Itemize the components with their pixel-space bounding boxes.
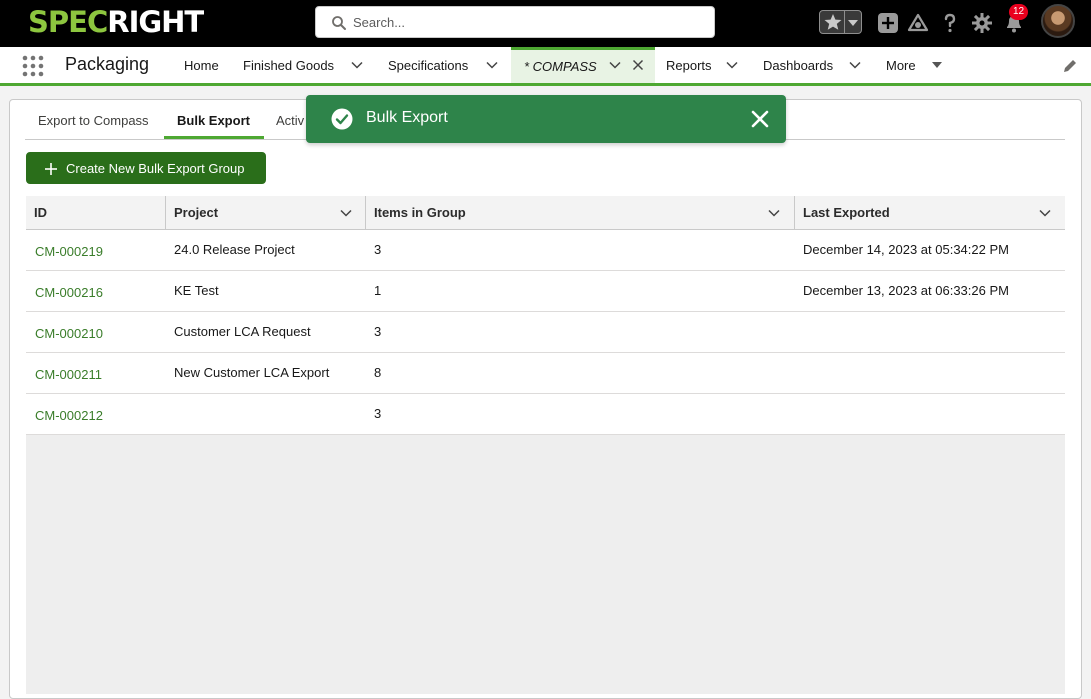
nav-item-specifications[interactable]: Specifications [388,58,468,73]
row-items-count: 3 [374,242,382,257]
success-check-icon [331,108,353,130]
close-icon[interactable] [631,58,645,72]
app-nav-bar: Packaging Home Finished Goods Specificat… [0,47,1091,86]
nav-item-compass[interactable]: * COMPASS [524,59,597,74]
create-bulk-export-group-button[interactable]: Create New Bulk Export Group [26,152,266,184]
chevron-down-icon[interactable] [608,58,622,72]
table-row: CM-000210 Customer LCA Request 3 [26,312,1065,353]
gear-icon[interactable] [971,12,993,34]
chevron-down-icon[interactable] [848,58,862,72]
table-row: CM-000216 KE Test 1 December 13, 2023 at… [26,271,1065,312]
table-empty-area [26,435,1065,694]
tab-export-to-compass[interactable]: Export to Compass [38,113,149,128]
column-header-last-exported[interactable]: Last Exported [795,196,1065,230]
table-row: CM-000211 New Customer LCA Export 8 [26,353,1065,394]
tab-bulk-export[interactable]: Bulk Export [177,113,250,128]
row-id-link[interactable]: CM-000219 [35,244,103,259]
row-project: KE Test [174,283,219,298]
create-button-label: Create New Bulk Export Group [66,161,245,176]
toast-message: Bulk Export [366,109,448,126]
row-project: Customer LCA Request [174,324,311,339]
tab-activity[interactable]: Activ [276,113,304,128]
nav-item-home[interactable]: Home [184,58,219,73]
active-tab-indicator [164,136,264,139]
star-icon [824,14,842,30]
nav-item-more[interactable]: More [886,58,916,73]
global-search[interactable] [315,6,715,38]
chevron-down-icon[interactable] [767,206,781,220]
chevron-down-icon[interactable] [848,19,858,27]
row-id-link[interactable]: CM-000211 [35,367,102,382]
column-header-id[interactable]: ID [26,196,165,230]
avatar[interactable] [1041,4,1075,38]
nav-item-finished-goods[interactable]: Finished Goods [243,58,334,73]
row-id-link[interactable]: CM-000212 [35,408,103,423]
add-icon[interactable] [877,12,899,34]
row-last-exported: December 13, 2023 at 06:33:26 PM [803,283,1009,298]
row-project: New Customer LCA Export [174,365,330,380]
row-last-exported: December 14, 2023 at 05:34:22 PM [803,242,1009,257]
table-header: ID Project Items in Group Last Exported [26,196,1065,230]
search-input[interactable] [353,7,703,37]
row-id-link[interactable]: CM-000210 [35,326,103,341]
row-id-link[interactable]: CM-000216 [35,285,103,300]
column-header-items-in-group[interactable]: Items in Group [366,196,794,230]
app-name: Packaging [65,54,150,74]
favorites-divider [844,11,845,33]
specright-logo[interactable]: SPECRIGHT [28,5,204,39]
nav-item-reports[interactable]: Reports [666,58,712,73]
help-icon[interactable] [939,12,961,34]
row-items-count: 8 [374,365,382,380]
app-launcher-icon[interactable] [22,55,44,77]
chevron-down-icon[interactable] [350,58,364,72]
table-row: CM-000212 3 [26,394,1065,435]
close-icon[interactable] [750,109,770,129]
chevron-down-icon[interactable] [339,206,353,220]
plus-icon [45,163,57,175]
chevron-down-icon[interactable] [725,58,739,72]
column-header-project[interactable]: Project [166,196,365,230]
caret-down-icon[interactable] [930,58,944,72]
global-header: SPECRIGHT 12 [0,0,1091,47]
edit-nav-icon[interactable] [1062,58,1078,74]
nav-item-dashboards[interactable]: Dashboards [763,58,833,73]
chevron-down-icon[interactable] [1038,206,1052,220]
chevron-down-icon[interactable] [485,58,499,72]
favorites-button[interactable] [819,10,862,34]
table-row: CM-000219 24.0 Release Project 3 Decembe… [26,230,1065,271]
row-items-count: 3 [374,406,382,421]
row-items-count: 3 [374,324,382,339]
notification-count-badge: 12 [1009,4,1028,20]
search-icon [332,16,346,30]
row-project: 24.0 Release Project [174,242,295,257]
success-toast: Bulk Export [306,95,786,143]
trailhead-icon[interactable] [907,12,929,34]
row-items-count: 1 [374,283,382,298]
